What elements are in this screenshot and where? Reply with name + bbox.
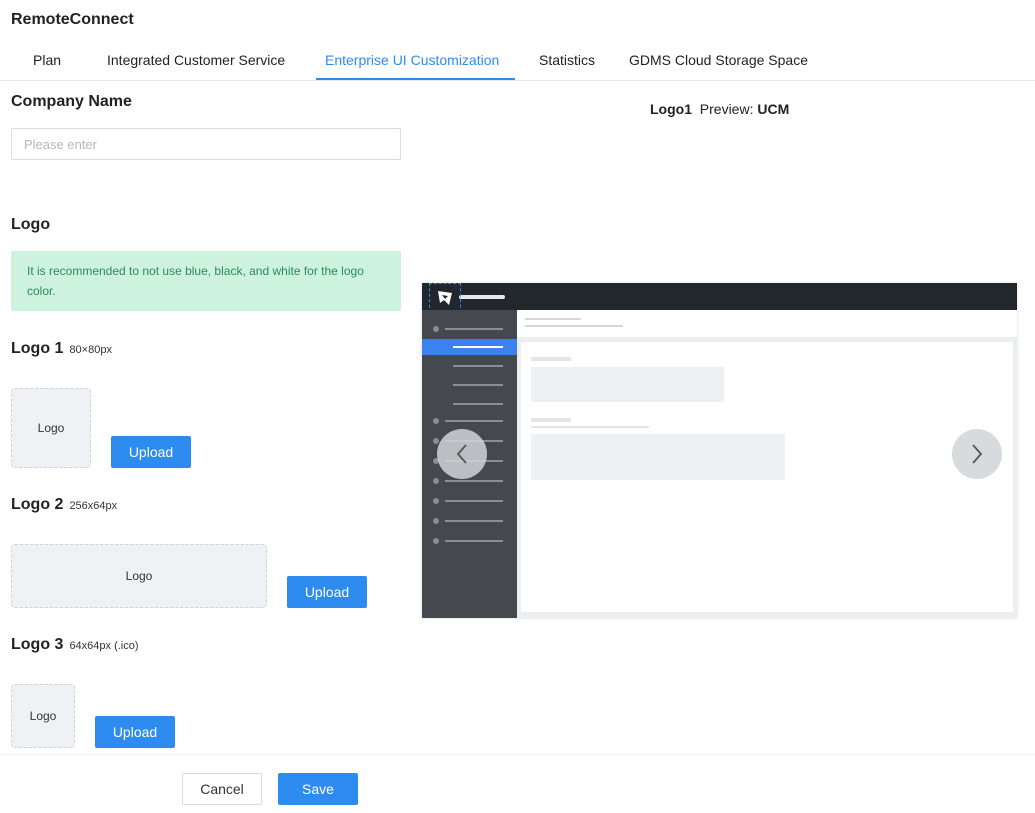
logo1-upload-button[interactable]: Upload <box>111 436 191 468</box>
preview-menu-line <box>445 480 503 482</box>
preview-target: UCM <box>757 101 790 117</box>
save-button[interactable]: Save <box>278 773 358 805</box>
preview-menu-dot <box>433 498 439 504</box>
logo2-upload-button[interactable]: Upload <box>287 576 367 608</box>
preview-header-line <box>525 318 581 320</box>
logo3-size: 64x64px (.ico) <box>69 640 139 652</box>
preview-field-block <box>531 367 724 402</box>
logo3-upload-button[interactable]: Upload <box>95 716 175 748</box>
preview-submenu-line <box>453 403 503 405</box>
active-tab-indicator <box>316 78 515 80</box>
preview-menu-dot <box>433 518 439 524</box>
preview-next-button[interactable] <box>952 429 1002 479</box>
logo3-placeholder: Logo <box>11 684 75 748</box>
logo1-heading: Logo 1 80×80px <box>11 340 112 358</box>
preview-menu-line <box>445 540 503 542</box>
preview-active-menu-line <box>453 346 503 348</box>
preview-menu-line <box>445 328 503 330</box>
tab-plan[interactable]: Plan <box>33 52 61 68</box>
preview-prev-button[interactable] <box>437 429 487 479</box>
logo2-title: Logo 2 <box>11 496 64 513</box>
preview-field-label <box>531 357 571 361</box>
preview-submenu-line <box>453 384 503 386</box>
footer-bar <box>0 754 1035 813</box>
logo2-size: 256x64px <box>69 500 118 512</box>
preview-logo-name: Logo1 <box>650 101 692 117</box>
chevron-left-icon <box>456 444 467 464</box>
preview-submenu-line <box>453 365 503 367</box>
preview-topbar-title-line <box>459 295 505 299</box>
logo2-heading: Logo 2 256x64px <box>11 496 117 514</box>
app-title: RemoteConnect <box>11 11 134 28</box>
logo2-box-label: Logo <box>125 569 153 583</box>
tab-gdms-cloud-storage-space[interactable]: GDMS Cloud Storage Space <box>629 52 808 68</box>
logo-preview-mockup <box>422 283 1017 618</box>
logo1-size: 80×80px <box>69 344 112 356</box>
preview-field-sublabel <box>531 426 649 428</box>
preview-menu-dot <box>433 418 439 424</box>
logo1-title: Logo 1 <box>11 340 64 357</box>
company-name-input[interactable] <box>11 128 401 160</box>
preview-menu-dot <box>433 538 439 544</box>
tab-integrated-customer-service[interactable]: Integrated Customer Service <box>107 52 285 68</box>
logo3-heading: Logo 3 64x64px (.ico) <box>11 636 139 654</box>
preview-menu-line <box>445 500 503 502</box>
preview-topbar <box>422 283 1017 310</box>
logo2-placeholder: Logo <box>11 544 267 608</box>
chevron-right-icon <box>972 444 983 464</box>
tab-enterprise-ui-customization[interactable]: Enterprise UI Customization <box>325 52 499 68</box>
preview-label: Preview: <box>699 101 754 117</box>
tab-bar: Plan Integrated Customer Service Enterpr… <box>0 44 1035 81</box>
logo3-box-label: Logo <box>29 709 57 723</box>
preview-active-menu <box>422 339 517 355</box>
company-name-title: Company Name <box>11 93 132 110</box>
preview-header-line <box>525 325 623 327</box>
preview-field-label <box>531 418 571 422</box>
cancel-button[interactable]: Cancel <box>182 773 262 805</box>
preview-menu-line <box>445 520 503 522</box>
preview-content-card <box>521 342 1013 612</box>
preview-menu-dot <box>433 478 439 484</box>
preview-menu-dot <box>433 326 439 332</box>
tab-statistics[interactable]: Statistics <box>539 52 595 68</box>
logo-color-tip: It is recommended to not use blue, black… <box>11 251 401 311</box>
logo1-placeholder: Logo <box>11 388 91 468</box>
preview-title: Logo1 Preview: UCM <box>650 101 789 117</box>
brand-logo-icon <box>429 283 461 313</box>
logo3-title: Logo 3 <box>11 636 64 653</box>
preview-header <box>517 310 1017 338</box>
preview-field-block <box>531 434 785 480</box>
logo1-box-label: Logo <box>37 421 65 435</box>
preview-menu-line <box>445 420 503 422</box>
logo-section-title: Logo <box>11 216 51 233</box>
